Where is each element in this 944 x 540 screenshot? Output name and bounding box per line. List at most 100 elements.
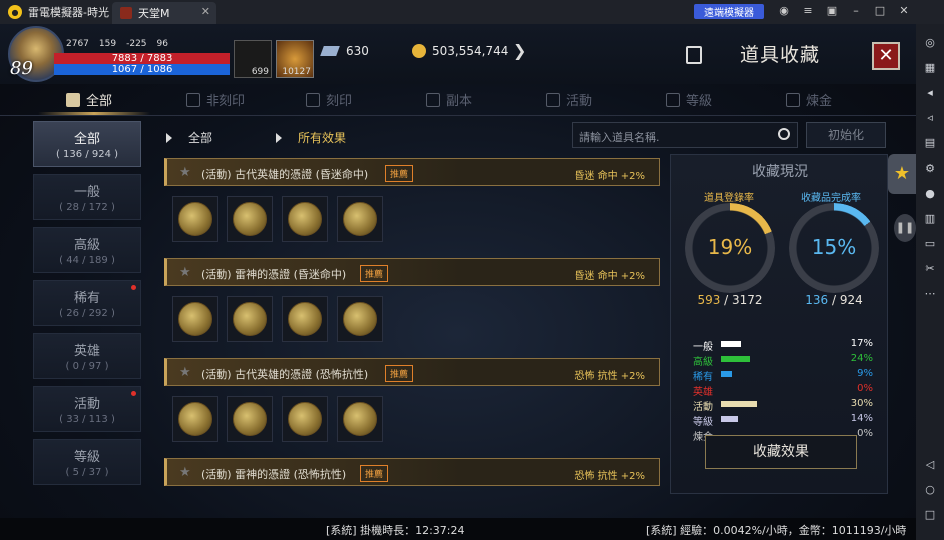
entry-header[interactable]: ★ (活動) 古代英雄的憑證 (昏迷命中) 推薦 昏迷 命中 +2% <box>164 158 660 186</box>
entry-name: (活動) 古代英雄的憑證 (恐怖抗性) <box>201 368 369 381</box>
item-slot[interactable] <box>337 296 383 342</box>
close-window-icon[interactable]: ✕ <box>892 4 916 17</box>
entry-header[interactable]: ★ (活動) 雷神的憑證 (恐怖抗性) 推薦 恐怖 抗性 +2% <box>164 458 660 486</box>
keyboard-icon[interactable]: ▦ <box>922 60 938 76</box>
emulator-app-name: 雷電模擬器-時光 <box>28 6 109 19</box>
favorite-star-icon[interactable]: ★ <box>179 365 191 380</box>
grade-item[interactable]: 高級 ( 44 / 189 ) <box>33 227 141 273</box>
volume-up-icon[interactable]: ◂ <box>922 85 938 101</box>
item-slot[interactable] <box>172 296 218 342</box>
volume-down-icon[interactable]: ◃ <box>922 110 938 126</box>
entry-header[interactable]: ★ (活動) 古代英雄的憑證 (恐怖抗性) 推薦 恐怖 抗性 +2% <box>164 358 660 386</box>
item-slot[interactable] <box>227 296 273 342</box>
collection-effect-button[interactable]: 收藏效果 <box>705 435 857 469</box>
settings-icon[interactable]: ⚙ <box>922 161 938 177</box>
buff-slot-potion[interactable]: 699 <box>234 40 272 78</box>
collection-status-panel: 收藏現況 道具登錄率 收藏品完成率 19% 15% 593 / 3172 136… <box>670 154 888 494</box>
more-icon[interactable]: ⋯ <box>922 286 938 302</box>
maximize-icon[interactable]: □ <box>868 4 892 17</box>
tab-4[interactable]: 活動 <box>546 90 592 109</box>
scissors-icon[interactable]: ✂ <box>922 261 938 277</box>
tab-1[interactable]: 非刻印 <box>186 90 245 109</box>
grade-percent: 0% <box>857 428 873 439</box>
filter-effect[interactable]: 所有效果 <box>276 129 346 146</box>
search-input[interactable]: 請輸入道具名稱. <box>572 122 798 148</box>
reset-button[interactable]: 初始化 <box>806 122 886 148</box>
grade-item[interactable]: 稀有 ( 26 / 292 ) <box>33 280 141 326</box>
menu-icon[interactable]: ≡ <box>796 4 820 17</box>
remote-emulator-button[interactable]: 遠端模擬器 <box>694 4 764 19</box>
tab-2[interactable]: 刻印 <box>306 90 352 109</box>
buff-slot-item[interactable]: 10127 <box>276 40 314 78</box>
minimize-icon[interactable]: – <box>844 4 868 17</box>
item-slot[interactable] <box>227 196 273 242</box>
back-icon[interactable]: ◁ <box>922 457 938 473</box>
favorite-star-icon[interactable]: ★ <box>179 465 191 480</box>
grade-name: 稀有 <box>73 291 100 306</box>
item-slot[interactable] <box>172 196 218 242</box>
grade-item[interactable]: 英雄 ( 0 / 97 ) <box>33 333 141 379</box>
registration-rate-percent: 19% <box>707 235 753 259</box>
item-slot[interactable] <box>282 296 328 342</box>
record-icon[interactable]: ● <box>922 186 938 202</box>
grade-item[interactable]: 等級 ( 5 / 37 ) <box>33 439 141 485</box>
grade-item[interactable]: 活動 ( 33 / 113 ) <box>33 386 141 432</box>
favorite-star-icon[interactable]: ★ <box>179 265 191 280</box>
gate-icon <box>426 92 440 107</box>
recommend-badge: 推薦 <box>360 465 389 482</box>
token-icon <box>343 302 377 336</box>
entry-effect: 恐怖 抗性 +2% <box>574 371 645 382</box>
item-row <box>164 486 660 494</box>
item-row <box>164 386 660 450</box>
search-icon[interactable] <box>778 128 790 140</box>
pause-icon[interactable]: ❚❚ <box>894 214 916 242</box>
grade-item[interactable]: 一般 ( 28 / 172 ) <box>33 174 141 220</box>
filter-category[interactable]: 全部 <box>166 129 212 146</box>
entry-header[interactable]: ★ (活動) 雷神的憑證 (昏迷命中) 推薦 昏迷 命中 +2% <box>164 258 660 286</box>
grade-percent: 0% <box>857 383 873 394</box>
recommend-badge: 推薦 <box>385 165 414 182</box>
grade-name: 英雄 <box>73 344 100 359</box>
screenshot-icon[interactable]: ▤ <box>922 135 938 151</box>
grade-label: 一般 <box>693 342 713 353</box>
adena-currency: 503,554,744 <box>412 44 508 58</box>
grade-count: ( 44 / 189 ) <box>59 255 115 266</box>
item-slot[interactable] <box>282 396 328 442</box>
apk-icon[interactable]: ▥ <box>922 211 938 227</box>
tab-label: 副本 <box>446 94 473 109</box>
chevron-right-icon[interactable]: ❯ <box>513 41 526 60</box>
tab-0[interactable]: 全部 <box>66 90 112 109</box>
grade-bar <box>721 356 750 362</box>
account-icon[interactable]: ◉ <box>772 4 796 17</box>
favorite-star-icon[interactable]: ★ <box>179 165 191 180</box>
tab-3[interactable]: 副本 <box>426 90 472 109</box>
registration-count: 593 / 3172 <box>675 293 785 307</box>
grade-percent: 17% <box>850 338 873 349</box>
home-icon[interactable]: ○ <box>922 482 938 498</box>
recent-apps-icon[interactable]: □ <box>922 507 938 523</box>
item-slot[interactable] <box>337 196 383 242</box>
close-button[interactable]: ✕ <box>872 42 900 70</box>
close-tab-icon[interactable]: ✕ <box>201 5 210 18</box>
grade-item[interactable]: 全部 ( 136 / 924 ) <box>33 121 141 167</box>
entry-name: (活動) 古代英雄的憑證 (昏迷命中) <box>201 168 369 181</box>
item-slot[interactable] <box>337 396 383 442</box>
tab-game[interactable]: 天堂M ✕ <box>112 2 216 24</box>
item-slot[interactable] <box>227 396 273 442</box>
buff-count: 699 <box>251 67 269 77</box>
tab-5[interactable]: 等級 <box>666 90 712 109</box>
game-tab-icon <box>120 7 132 19</box>
player-stats: 2767 159 -225 96 <box>66 39 178 49</box>
folder-icon[interactable]: ▭ <box>922 236 938 252</box>
gamepad-icon[interactable]: ◎ <box>922 35 938 51</box>
item-slot[interactable] <box>172 396 218 442</box>
tab-6[interactable]: 煉金 <box>786 90 832 109</box>
item-slot[interactable] <box>282 196 328 242</box>
favorites-star-tab[interactable]: ★ <box>888 154 916 194</box>
completion-current: 136 <box>805 293 829 307</box>
grade-count: ( 26 / 292 ) <box>59 308 115 319</box>
pin-icon[interactable]: ▣ <box>820 4 844 17</box>
grade-row: 英雄 0% <box>693 383 873 398</box>
filter-bar: 全部 所有效果 <box>164 124 564 150</box>
category-tabs: 全部 非刻印 刻印 副本 活動 等級 煉金 <box>0 84 916 116</box>
